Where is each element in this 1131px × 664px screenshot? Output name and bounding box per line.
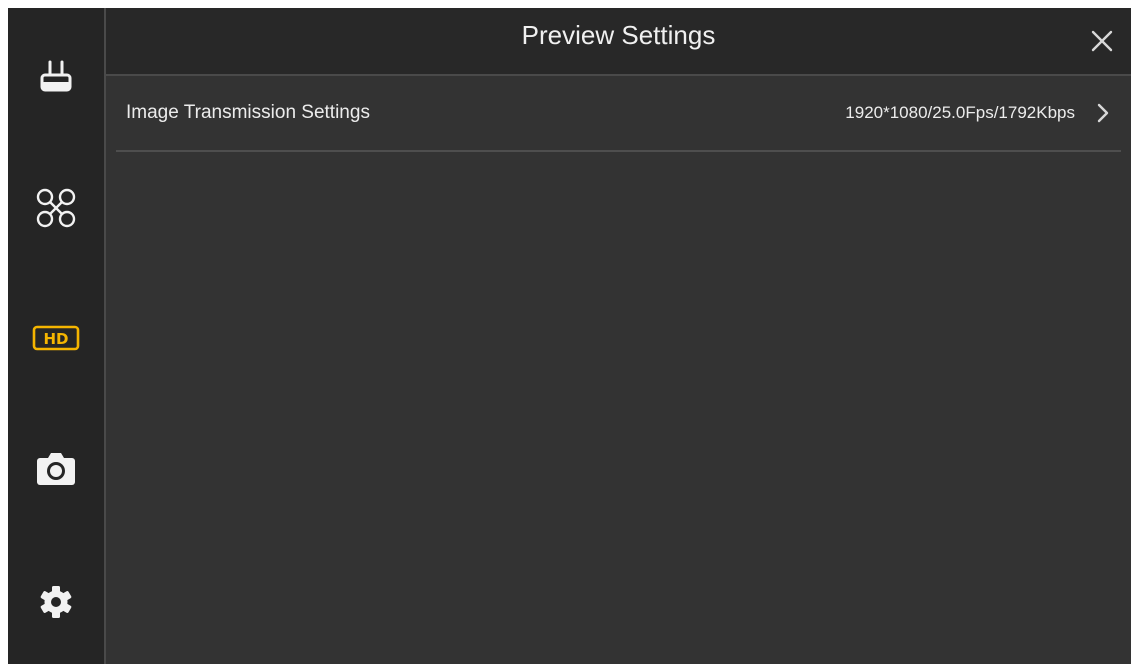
remote-controller-icon bbox=[36, 58, 76, 98]
sidebar-item-aircraft[interactable] bbox=[8, 178, 104, 238]
setting-value: 1920*1080/25.0Fps/1792Kbps bbox=[845, 103, 1075, 122]
main-panel: Preview Settings Image Transmission Sett… bbox=[106, 8, 1131, 664]
sidebar-item-hd-transmission[interactable]: HD bbox=[8, 308, 104, 368]
chevron-right-icon bbox=[1093, 100, 1113, 126]
close-icon bbox=[1091, 30, 1113, 57]
svg-text:HD: HD bbox=[43, 330, 68, 348]
sidebar-item-camera[interactable] bbox=[8, 440, 104, 500]
sidebar: HD bbox=[8, 8, 104, 664]
drone-icon bbox=[34, 186, 78, 230]
setting-label: Image Transmission Settings bbox=[126, 102, 370, 123]
image-transmission-settings-row[interactable]: Image Transmission Settings 1920*1080/25… bbox=[116, 76, 1121, 152]
sidebar-item-remote-controller[interactable] bbox=[8, 48, 104, 108]
gear-icon bbox=[36, 582, 76, 622]
camera-icon bbox=[34, 451, 78, 489]
hd-icon: HD bbox=[32, 325, 80, 351]
close-button[interactable] bbox=[1087, 28, 1117, 58]
app-window: HD Preview Settings Image Transmission S… bbox=[8, 8, 1131, 664]
sidebar-item-settings[interactable] bbox=[8, 572, 104, 632]
page-title: Preview Settings bbox=[521, 20, 716, 50]
header: Preview Settings bbox=[106, 8, 1131, 76]
